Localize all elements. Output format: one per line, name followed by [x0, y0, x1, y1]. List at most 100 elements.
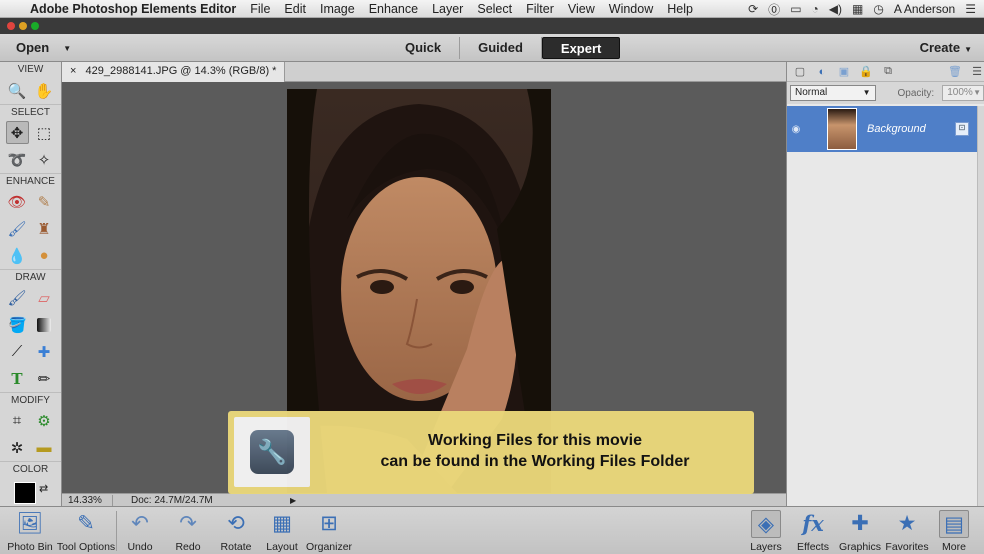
toolbox-row: 🖌 ♜ [0, 215, 61, 242]
menu-help[interactable]: Help [667, 2, 693, 16]
gradient-tool-icon[interactable] [37, 317, 51, 332]
clock-icon[interactable]: ◷ [873, 2, 883, 16]
type-tool-icon[interactable]: T [6, 367, 29, 390]
document-tab[interactable]: × 429_2988141.JPG @ 14.3% (RGB/8) * [62, 62, 286, 82]
calendar-icon[interactable]: ▦ [852, 2, 863, 16]
toolbox-section-view: VIEW [17, 64, 44, 75]
crop-tool-icon[interactable]: ⌗ [6, 409, 29, 432]
panel-menu-icon[interactable]: ☰ [970, 65, 984, 78]
magic-wand-tool-icon[interactable]: ✧ [33, 148, 56, 171]
layer-mask-icon[interactable]: ▣ [837, 65, 851, 78]
toolbox-section-color: COLOR [0, 461, 61, 476]
zoom-tool-icon[interactable]: 🔍 [6, 79, 29, 102]
blend-row: Normal ▼ Opacity: 100% ▼ [787, 82, 984, 104]
visibility-eye-icon[interactable]: ◉ [787, 124, 805, 135]
straighten-tool-icon[interactable]: ▬ [33, 436, 56, 459]
custom-shape-tool-icon[interactable]: ✚ [33, 340, 56, 363]
tab-guided[interactable]: Guided [460, 37, 542, 59]
eraser-tool-icon[interactable]: ▱ [33, 286, 56, 309]
layer-lock-icon[interactable]: ⊡ [955, 122, 969, 136]
smart-brush-tool-icon[interactable]: 🖌 [6, 217, 29, 240]
clone-stamp-tool-icon[interactable]: ♜ [33, 217, 56, 240]
notice-icon-frame: 🔧 [234, 417, 310, 487]
document-tabbar: × 429_2988141.JPG @ 14.3% (RGB/8) * [62, 62, 786, 82]
accessibility-icon[interactable]: ⓪ [768, 1, 780, 18]
more-button[interactable]: ▤ More [924, 510, 984, 553]
photo-bin-icon: 🖼 [16, 512, 44, 535]
taskbar: 🖼 Photo Bin ✎ Tool Options ↶ Undo ↷ Redo… [0, 506, 984, 554]
tab-quick[interactable]: Quick [387, 37, 461, 59]
close-window-icon[interactable] [7, 22, 15, 30]
content-aware-move-tool-icon[interactable]: ✲ [6, 436, 29, 459]
lock-all-icon[interactable]: 🔒 [859, 65, 873, 78]
paint-bucket-tool-icon[interactable]: 🪣 [6, 313, 29, 336]
lock-transparency-icon[interactable]: ⧉ [881, 65, 895, 78]
brush-tool-icon[interactable]: 🖌 [6, 286, 29, 309]
create-button[interactable]: Create ▼ [920, 40, 972, 55]
hand-tool-icon[interactable]: ✋ [33, 79, 56, 102]
menu-file[interactable]: File [250, 2, 270, 16]
time-machine-icon[interactable]: ◔ [812, 2, 819, 16]
swap-colors-icon[interactable]: ⇄ [39, 482, 48, 495]
open-caret-icon: ▼ [63, 44, 72, 54]
recompose-tool-icon[interactable]: ⚙ [33, 409, 56, 432]
tab-expert[interactable]: Expert [541, 37, 621, 59]
marquee-tool-icon[interactable]: ⬚ [33, 121, 56, 144]
menu-view[interactable]: View [568, 2, 595, 16]
tool-options-button[interactable]: ✎ Tool Options [56, 510, 116, 553]
toolbox-section-modify: MODIFY [0, 392, 61, 407]
display-icon[interactable]: ▭ [790, 2, 801, 16]
user-name[interactable]: A Anderson [894, 2, 955, 16]
pencil-tool-icon[interactable]: ✏ [33, 367, 56, 390]
sponge-tool-icon[interactable]: ● [33, 244, 56, 267]
open-button[interactable]: Open ▼ [16, 40, 71, 55]
opacity-field[interactable]: 100% ▼ [942, 85, 984, 101]
layers-panel-scrollbar[interactable] [977, 106, 984, 506]
lasso-tool-icon[interactable]: ➰ [6, 148, 29, 171]
toolbox-row: ⟋ ✚ [0, 338, 61, 365]
menu-window[interactable]: Window [609, 2, 653, 16]
menu-enhance[interactable]: Enhance [369, 2, 418, 16]
status-menu-arrow-icon[interactable]: ▶ [290, 496, 300, 505]
red-eye-tool-icon[interactable]: 👁 [6, 190, 29, 213]
menu-select[interactable]: Select [477, 2, 512, 16]
toolbox-row: 🪣 [0, 311, 61, 338]
blend-mode-select[interactable]: Normal ▼ [790, 85, 876, 101]
layer-row[interactable]: ◉ Background ⊡ [787, 106, 977, 152]
mac-menubar: Adobe Photoshop Elements Editor File Edi… [0, 0, 984, 18]
layers-icon: ◈ [751, 510, 781, 538]
eyedropper-tool-icon[interactable]: ⟋ [6, 340, 29, 363]
toolbox-row: 🖌 ▱ [0, 284, 61, 311]
spot-healing-tool-icon[interactable]: ✎ [33, 190, 56, 213]
mode-tabs: Quick Guided Expert [387, 37, 621, 59]
more-icon: ▤ [939, 510, 969, 538]
organizer-label: Organizer [305, 541, 353, 553]
zoom-window-icon[interactable] [31, 22, 39, 30]
photo-bin-button[interactable]: 🖼 Photo Bin [0, 510, 60, 553]
volume-icon[interactable]: ◀) [829, 2, 842, 16]
delete-layer-icon[interactable]: 🗑 [948, 65, 962, 78]
move-tool-icon[interactable]: ✥ [5, 121, 29, 144]
menu-filter[interactable]: Filter [526, 2, 554, 16]
app-menu[interactable]: Adobe Photoshop Elements Editor [30, 2, 236, 16]
menu-image[interactable]: Image [320, 2, 355, 16]
layer-name[interactable]: Background [867, 123, 926, 135]
menu-layer[interactable]: Layer [432, 2, 463, 16]
minimize-window-icon[interactable] [19, 22, 27, 30]
new-adjustment-layer-icon[interactable]: ◐ [815, 66, 829, 78]
window-titlebar [0, 18, 984, 34]
new-layer-icon[interactable]: ▢ [793, 65, 807, 78]
toolbox-row: ⌗ ⚙ [0, 407, 61, 434]
foreground-color-swatch[interactable] [14, 482, 36, 504]
create-caret-icon: ▼ [964, 45, 972, 54]
toolbox-section-enhance: ENHANCE [0, 173, 61, 188]
sync-icon[interactable]: ⟳ [748, 2, 758, 16]
toolbox-row: ✥ ⬚ [0, 119, 61, 146]
organizer-button[interactable]: ⊞ Organizer [299, 510, 359, 553]
opacity-caret-icon: ▼ [973, 88, 981, 97]
blur-tool-icon[interactable]: 💧 [6, 244, 29, 267]
zoom-level[interactable]: 14.33% [62, 495, 112, 506]
close-document-icon[interactable]: × [70, 65, 76, 77]
menu-list-icon[interactable]: ☰ [965, 2, 976, 16]
menu-edit[interactable]: Edit [284, 2, 306, 16]
